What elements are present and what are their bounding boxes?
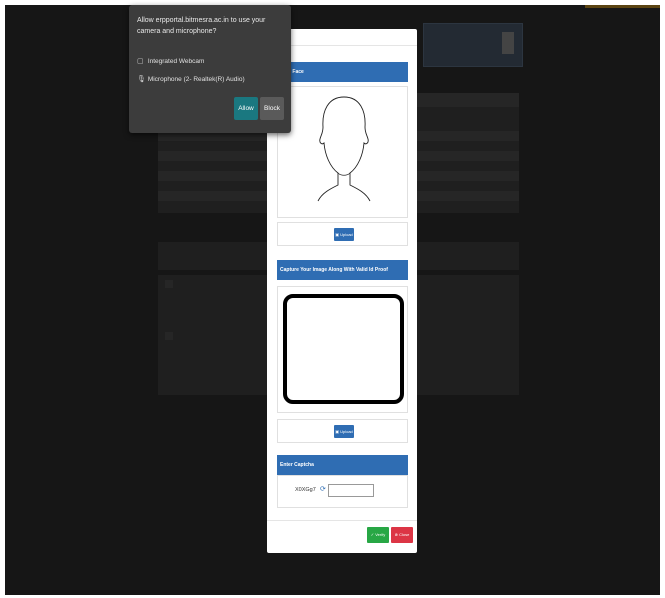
block-button[interactable]: Block (260, 97, 284, 120)
capture-section-header: Capture Your Image Along With Valid Id P… (277, 260, 408, 280)
captcha-section-title: Enter Captcha (280, 462, 314, 468)
check-icon: ✓ (370, 532, 375, 537)
camera-icon: ▢ (137, 58, 144, 65)
capture-upload-button[interactable]: ▣ Upload (334, 425, 354, 438)
capture-section-title: Capture Your Image Along With Valid Id P… (280, 267, 388, 273)
close-button[interactable]: ⊗ Close (391, 527, 413, 543)
captcha-section-header: Enter Captcha (277, 455, 408, 475)
head-silhouette-icon (317, 96, 371, 202)
microphone-device-label: Microphone (2- Realtek(R) Audio) (147, 76, 245, 83)
face-placeholder (277, 86, 408, 218)
microphone-device-row: 🎙 Microphone (2- Realtek(R) Audio) (137, 75, 245, 83)
face-upload-button[interactable]: ▣ Upload (334, 228, 354, 241)
face-upload-row: ▣ Upload (277, 222, 408, 246)
background-user-card (423, 23, 523, 67)
allow-button[interactable]: Allow (234, 97, 258, 120)
background-header-strip (585, 5, 660, 8)
capture-upload-row: ▣ Upload (277, 419, 408, 443)
camera-preview-frame (283, 294, 404, 404)
captcha-input[interactable] (328, 484, 374, 497)
captcha-code: X0XGg7 (295, 487, 316, 493)
camera-device-label: Integrated Webcam (147, 58, 205, 65)
upload-icon: ▣ (335, 232, 339, 237)
page-overlay-background: Your Face ▣ Upload Capture Your Image Al… (5, 5, 660, 595)
verify-button[interactable]: ✓ Verify (367, 527, 389, 543)
captcha-row: X0XGg7 ⟳ (277, 475, 408, 508)
camera-device-row: ▢ Integrated Webcam (137, 57, 204, 65)
close-icon: ⊗ (394, 532, 398, 537)
permission-message: Allow erpportal.bitmesra.ac.in to use yo… (137, 17, 266, 35)
face-section-header: Your Face (277, 62, 408, 82)
capture-area (277, 286, 408, 413)
upload-icon: ▣ (335, 429, 339, 434)
refresh-icon[interactable]: ⟳ (320, 485, 326, 493)
camera-permission-popup: Allow erpportal.bitmesra.ac.in to use yo… (129, 5, 291, 133)
microphone-icon: 🎙 (137, 76, 146, 83)
